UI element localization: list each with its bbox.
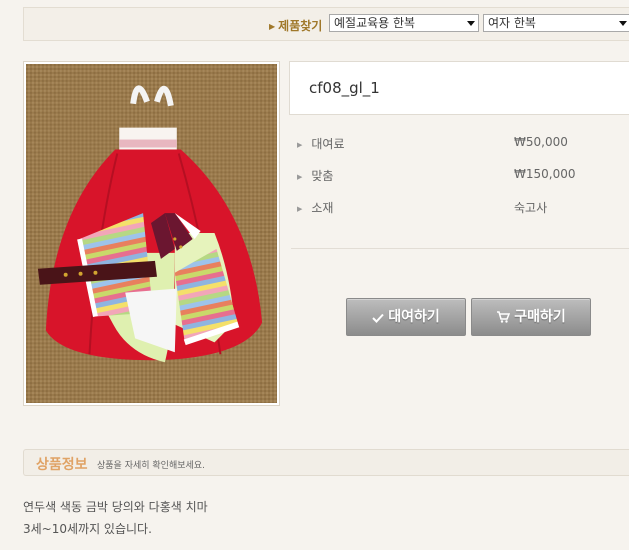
- bullet-icon: ▶: [297, 141, 303, 149]
- product-title-box: cf08_gl_1: [289, 61, 629, 115]
- caret-right-icon: ▶: [269, 22, 276, 31]
- subcategory-select-value: 여자 한복: [488, 16, 536, 30]
- spec-material-label: ▶ 소재: [297, 201, 334, 215]
- product-info-header: 상품정보 상품을 자세히 확인해보세요.: [23, 449, 629, 476]
- category-select-value: 예절교육용 한복: [334, 16, 416, 30]
- product-code: cf08_gl_1: [309, 79, 380, 97]
- rent-button-label: 대여하기: [388, 309, 440, 325]
- product-image-frame: [23, 61, 280, 406]
- category-select[interactable]: 예절교육용 한복: [329, 14, 479, 32]
- buy-button[interactable]: 구매하기: [471, 298, 591, 336]
- checkmark-icon: [372, 313, 384, 323]
- subcategory-select[interactable]: 여자 한복: [483, 14, 629, 32]
- product-filter-bar: ▶ 제품찾기 예절교육용 한복 여자 한복: [23, 7, 629, 41]
- spec-material-value: 숙고사: [514, 201, 548, 215]
- description-line-1: 연두색 색동 금박 당의와 다홍색 치마: [23, 500, 208, 514]
- buy-button-label: 구매하기: [514, 309, 566, 325]
- divider: [291, 248, 629, 249]
- bullet-icon: ▶: [297, 173, 303, 181]
- product-search-label: ▶ 제품찾기: [269, 17, 322, 34]
- chevron-down-icon: [619, 21, 627, 26]
- product-info-subtitle: 상품을 자세히 확인해보세요.: [97, 461, 205, 471]
- product-image[interactable]: [26, 64, 277, 403]
- rent-button[interactable]: 대여하기: [346, 298, 466, 336]
- description-line-2: 3세~10세까지 있습니다.: [23, 522, 152, 536]
- chevron-down-icon: [467, 21, 475, 26]
- spec-custom-value: ₩150,000: [514, 167, 576, 181]
- spec-custom-label: ▶ 맞춤: [297, 169, 334, 183]
- spec-rental-fee-value: ₩50,000: [514, 135, 568, 149]
- spec-rental-fee-label: ▶ 대여료: [297, 137, 345, 151]
- product-info-title: 상품정보: [36, 457, 88, 473]
- bullet-icon: ▶: [297, 205, 303, 213]
- cart-icon: [497, 311, 511, 323]
- product-search-text: 제품찾기: [278, 19, 323, 33]
